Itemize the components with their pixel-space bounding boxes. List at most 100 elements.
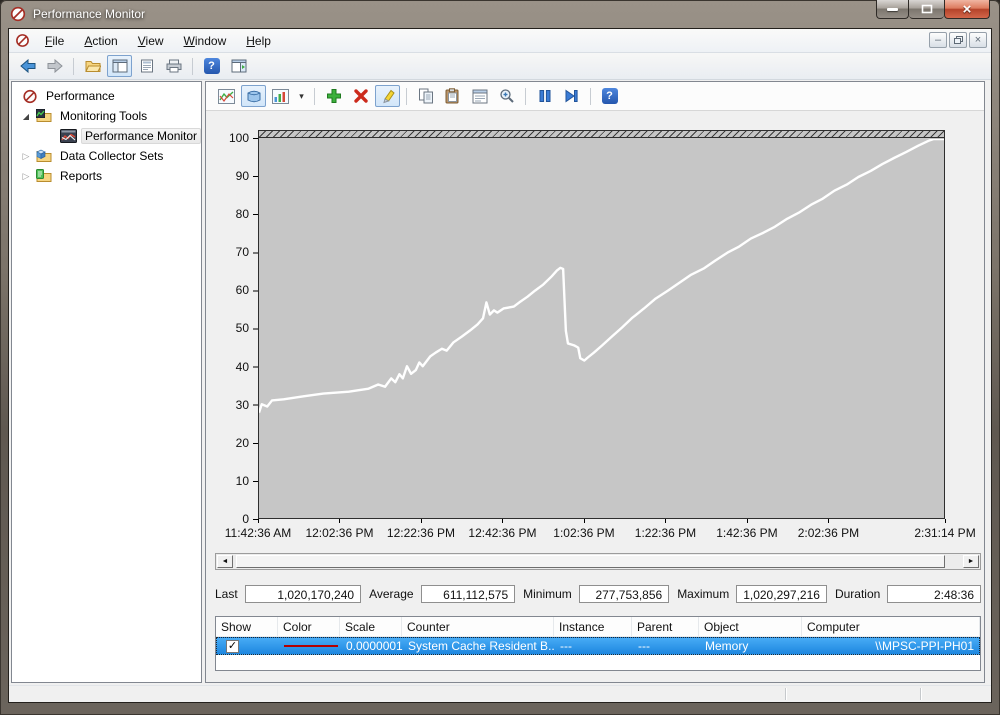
- scrollbar-thumb[interactable]: [236, 555, 945, 568]
- plot-row: 100 90 80 70 60 50 40 30 20 10 0: [206, 130, 984, 519]
- stat-value-box: 1,020,170,240: [245, 585, 361, 603]
- tree-item-reports[interactable]: ▷ Reports: [12, 166, 201, 186]
- help-icon: ?: [602, 88, 618, 104]
- table-header-row: Show Color Scale Counter Instance Parent…: [216, 617, 980, 637]
- time-range-scrollbar[interactable]: ◄ ►: [215, 553, 981, 570]
- mdi-minimize-button[interactable]: –: [929, 32, 947, 48]
- tree-item-performance-monitor[interactable]: Performance Monitor: [12, 126, 201, 146]
- value-bar: Last 1,020,170,240 Average 611,112,575 M…: [215, 585, 981, 603]
- x-axis-label: 2:02:36 PM: [798, 526, 859, 540]
- properties-button[interactable]: [467, 85, 492, 107]
- menu-action[interactable]: Action: [75, 31, 126, 51]
- column-header-color[interactable]: Color: [278, 617, 340, 636]
- tree-item-monitoring-tools[interactable]: ◢ Monitoring Tools: [12, 106, 201, 126]
- counter-row-selected[interactable]: ✓ 0.0000001 System Cache Resident B... -…: [216, 637, 980, 655]
- show-checkbox[interactable]: ✓: [226, 640, 239, 653]
- back-button[interactable]: [15, 55, 40, 77]
- reports-folder-icon: [36, 169, 53, 184]
- toolbar-separator: [525, 88, 526, 105]
- show-hide-action-pane-button[interactable]: [226, 55, 251, 77]
- highlighter-icon: [380, 88, 396, 104]
- delete-icon: [353, 88, 369, 104]
- performance-monitor-chart-icon: [60, 129, 77, 144]
- column-header-object[interactable]: Object: [699, 617, 802, 636]
- mdi-window-controls: – ×: [929, 32, 987, 48]
- monitoring-tools-folder-icon: [36, 109, 53, 124]
- highlight-button[interactable]: [375, 85, 400, 107]
- close-button[interactable]: ×: [944, 0, 990, 19]
- scroll-left-button[interactable]: ◄: [217, 555, 233, 568]
- view-log-data-button[interactable]: [241, 85, 266, 107]
- color-cell: [279, 645, 341, 647]
- column-header-scale[interactable]: Scale: [340, 617, 402, 636]
- mdi-restore-button[interactable]: [949, 32, 967, 48]
- window-controls: ×: [876, 0, 990, 19]
- chart-help-button[interactable]: ?: [597, 85, 622, 107]
- forward-button[interactable]: [42, 55, 67, 77]
- x-axis-tick: [747, 519, 748, 523]
- tree-item-performance[interactable]: Performance: [12, 86, 201, 106]
- menu-window[interactable]: Window: [175, 31, 236, 51]
- x-axis-tick: [665, 519, 666, 523]
- column-header-computer[interactable]: Computer: [802, 617, 980, 636]
- maximize-button[interactable]: [909, 0, 944, 19]
- export-folder-button[interactable]: [80, 55, 105, 77]
- graph-type-dropdown-arrow[interactable]: ▾: [295, 85, 308, 107]
- view-current-activity-button[interactable]: [214, 85, 239, 107]
- expander-collapsed-icon[interactable]: ▷: [20, 171, 32, 182]
- toolbar-separator: [314, 88, 315, 105]
- console-tree-panel: Performance ◢ Monitoring Tools Performan…: [11, 81, 202, 683]
- stat-label: Maximum: [677, 587, 729, 601]
- zoom-button[interactable]: [494, 85, 519, 107]
- current-activity-icon: [218, 89, 235, 104]
- series-line-svg: [259, 139, 944, 519]
- menu-file[interactable]: File: [36, 31, 73, 51]
- main-split: Performance ◢ Monitoring Tools Performan…: [9, 80, 991, 685]
- scale-cell: 0.0000001: [341, 639, 403, 653]
- status-bar-separator: [785, 688, 786, 700]
- freeze-display-button[interactable]: [532, 85, 557, 107]
- help-button[interactable]: ?: [199, 55, 224, 77]
- properties-button[interactable]: [134, 55, 159, 77]
- minimize-button[interactable]: [876, 0, 909, 19]
- graph-type-icon: [272, 89, 289, 104]
- stat-value-box: 611,112,575: [421, 585, 516, 603]
- column-header-parent[interactable]: Parent: [632, 617, 699, 636]
- tree-item-label: Performance: [43, 88, 118, 104]
- x-axis-label: 1:22:36 PM: [635, 526, 696, 540]
- log-data-icon: [246, 89, 262, 104]
- stat-average: Average 611,112,575: [369, 585, 515, 603]
- copy-icon: [418, 88, 434, 104]
- console-tree-icon: [112, 59, 128, 73]
- show-hide-console-tree-button[interactable]: [107, 55, 132, 77]
- tree-item-label: Reports: [57, 168, 105, 184]
- tree-item-label: Performance Monitor: [81, 128, 201, 144]
- change-graph-type-button[interactable]: [268, 85, 293, 107]
- properties-doc-icon: [140, 59, 154, 73]
- column-header-instance[interactable]: Instance: [554, 617, 632, 636]
- add-counter-button[interactable]: [321, 85, 346, 107]
- update-data-button[interactable]: [559, 85, 584, 107]
- paste-counter-list-button[interactable]: [440, 85, 465, 107]
- action-pane-icon: [231, 59, 247, 73]
- menu-help[interactable]: Help: [237, 31, 280, 51]
- minimize-icon: [887, 8, 898, 11]
- graph-area: 100 90 80 70 60 50 40 30 20 10 0: [206, 111, 984, 682]
- console-icon: [15, 33, 30, 48]
- chart-plot[interactable]: [258, 130, 945, 519]
- tree-item-data-collector-sets[interactable]: ▷ Data Collector Sets: [12, 146, 201, 166]
- menu-view[interactable]: View: [129, 31, 173, 51]
- print-button[interactable]: [161, 55, 186, 77]
- column-header-show[interactable]: Show: [216, 617, 278, 636]
- expander-collapsed-icon[interactable]: ▷: [20, 151, 32, 162]
- counter-cell: System Cache Resident B...: [403, 639, 555, 653]
- x-axis-tick: [828, 519, 829, 523]
- copy-properties-button[interactable]: [413, 85, 438, 107]
- column-header-counter[interactable]: Counter: [402, 617, 554, 636]
- x-axis-tick: [945, 519, 946, 523]
- delete-counter-button[interactable]: [348, 85, 373, 107]
- expander-expanded-icon[interactable]: ◢: [20, 112, 32, 121]
- mdi-close-button[interactable]: ×: [969, 32, 987, 48]
- x-axis-tick: [421, 519, 422, 523]
- scroll-right-button[interactable]: ►: [963, 555, 979, 568]
